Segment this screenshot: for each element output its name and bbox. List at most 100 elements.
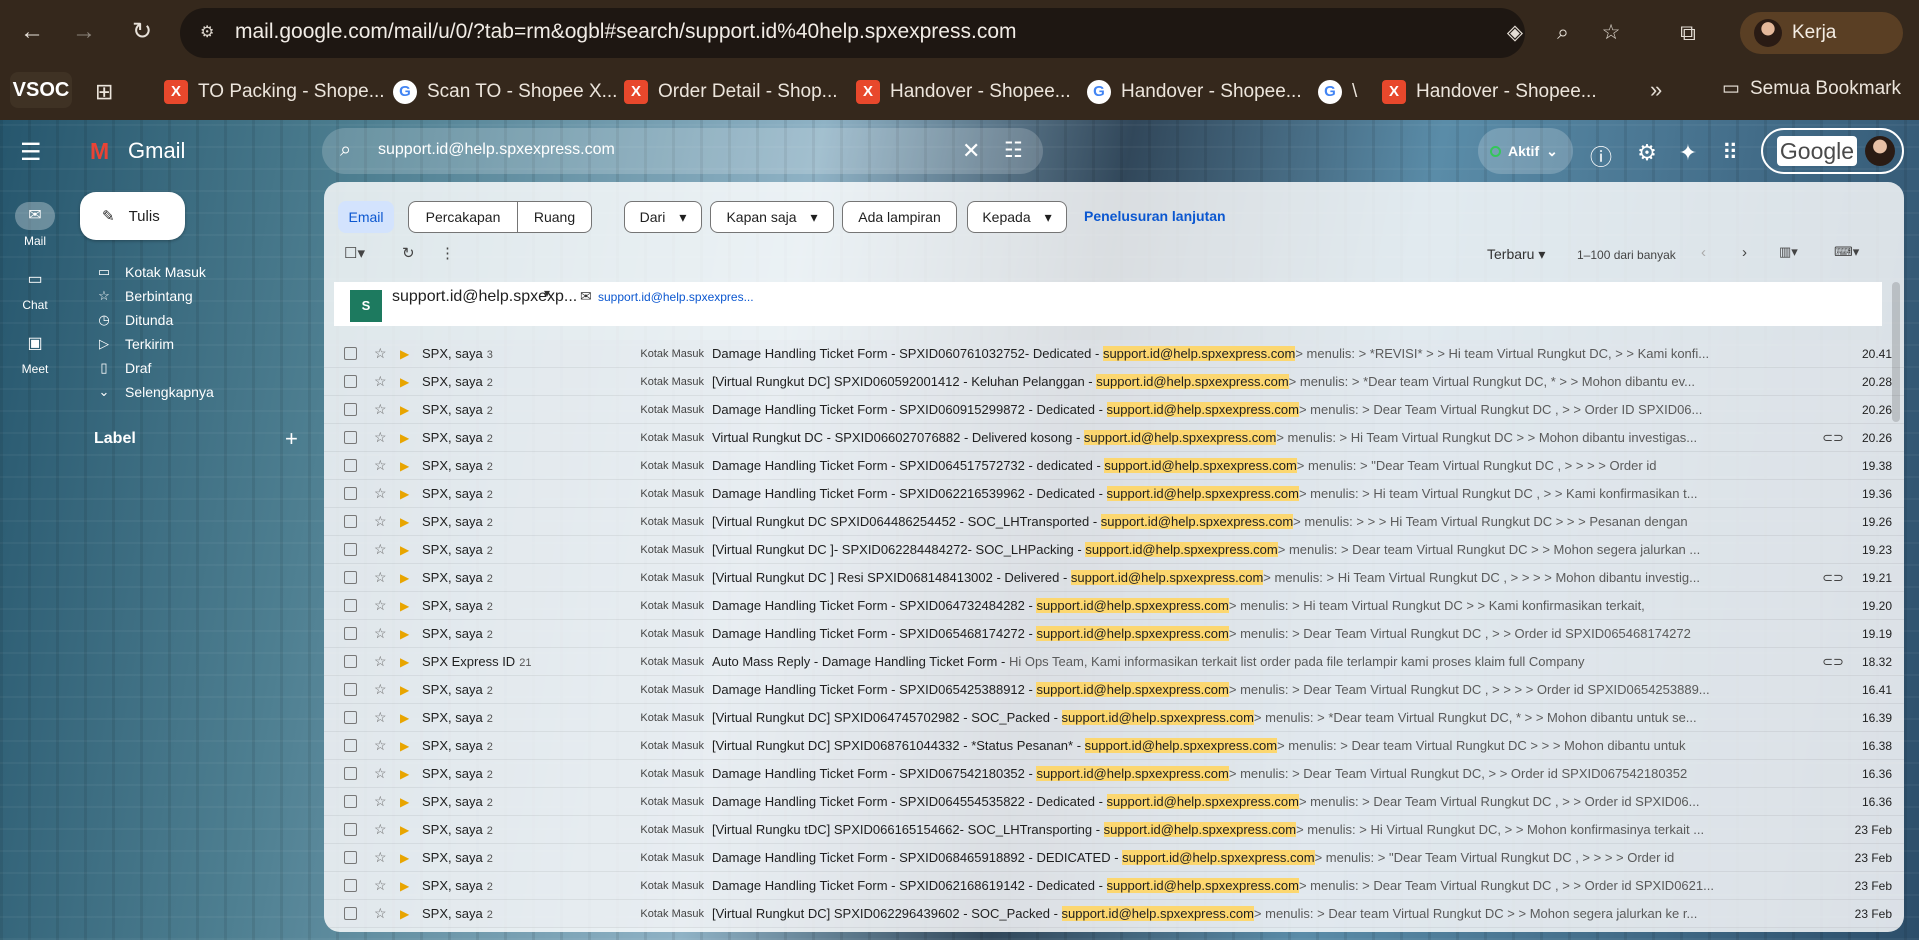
star-icon[interactable]: ☆ bbox=[374, 373, 390, 390]
back-icon[interactable]: ← bbox=[14, 14, 50, 50]
important-marker-icon[interactable]: ▶ bbox=[400, 403, 416, 417]
star-icon[interactable]: ☆ bbox=[374, 877, 390, 894]
rail-chat[interactable]: ▭ Chat bbox=[0, 266, 70, 312]
gmail-logo[interactable]: M Gmail bbox=[90, 138, 185, 164]
star-icon[interactable]: ☆ bbox=[374, 681, 390, 698]
bookmark-item[interactable]: X TO Packing - Shope... bbox=[164, 77, 385, 107]
search-input[interactable]: support.id@help.spxexpress.com bbox=[378, 141, 615, 159]
important-marker-icon[interactable]: ▶ bbox=[400, 515, 416, 529]
star-icon[interactable]: ☆ bbox=[374, 653, 390, 670]
zoom-icon[interactable]: ⌕ bbox=[1550, 20, 1576, 46]
important-marker-icon[interactable]: ▶ bbox=[400, 879, 416, 893]
important-marker-icon[interactable]: ▶ bbox=[400, 347, 416, 361]
row-checkbox[interactable] bbox=[344, 655, 357, 668]
more-vert-icon[interactable]: ⋮ bbox=[440, 244, 455, 262]
menu-icon[interactable]: ☰ bbox=[20, 138, 42, 167]
filter-date[interactable]: Kapan saja ▾ bbox=[710, 201, 834, 233]
search-person-card[interactable]: S support.id@help.spxexp... ▾ ✉ support.… bbox=[334, 282, 1882, 326]
star-icon[interactable]: ☆ bbox=[374, 625, 390, 642]
important-marker-icon[interactable]: ▶ bbox=[400, 459, 416, 473]
filter-from[interactable]: Dari ▾ bbox=[624, 201, 702, 233]
email-row[interactable]: ☆ ▶ SPX, saya 2 Kotak Masuk Damage Handling T… bbox=[324, 620, 1904, 648]
bookmark-item[interactable]: X Order Detail - Shop... bbox=[624, 77, 838, 107]
star-icon[interactable]: ☆ bbox=[374, 429, 390, 446]
nav-sent[interactable]: ▷ Terkirim bbox=[97, 332, 174, 356]
important-marker-icon[interactable]: ▶ bbox=[400, 823, 416, 837]
site-info-icon[interactable]: ⚙ bbox=[200, 22, 222, 44]
email-row[interactable]: ☆ ▶ SPX, saya 2 Kotak Masuk [Virtual Rungkut … bbox=[324, 704, 1904, 732]
more-bookmarks-icon[interactable]: » bbox=[1650, 77, 1662, 103]
extensions-icon[interactable]: ⧉ bbox=[1672, 17, 1704, 49]
bookmark-item[interactable]: G \ bbox=[1318, 77, 1357, 107]
row-checkbox[interactable] bbox=[344, 739, 357, 752]
nav-starred[interactable]: ☆ Berbintang bbox=[97, 284, 193, 308]
important-marker-icon[interactable]: ▶ bbox=[400, 599, 416, 613]
url-text[interactable]: mail.google.com/mail/u/0/?tab=rm&ogbl#se… bbox=[235, 20, 1017, 44]
email-row[interactable]: ☆ ▶ SPX, saya 2 Kotak Masuk Damage Handling T… bbox=[324, 788, 1904, 816]
important-marker-icon[interactable]: ▶ bbox=[400, 767, 416, 781]
important-marker-icon[interactable]: ▶ bbox=[400, 851, 416, 865]
reload-icon[interactable]: ↻ bbox=[124, 14, 160, 50]
email-row[interactable]: ☆ ▶ SPX, saya 2 Kotak Masuk [Virtual Rungkut … bbox=[324, 564, 1904, 592]
profile-button[interactable]: Kerja bbox=[1740, 12, 1903, 54]
important-marker-icon[interactable]: ▶ bbox=[400, 739, 416, 753]
email-row[interactable]: ☆ ▶ SPX, saya 2 Kotak Masuk [Virtual Rungku t… bbox=[324, 816, 1904, 844]
sort-dropdown[interactable]: Terbaru ▾ bbox=[1487, 246, 1545, 263]
email-row[interactable]: ☆ ▶ SPX Express ID 21 Kotak Masuk Auto Mass R… bbox=[324, 648, 1904, 676]
email-row[interactable]: ☆ ▶ SPX, saya 2 Kotak Masuk [Virtual Rungkut … bbox=[324, 508, 1904, 536]
clear-search-icon[interactable]: ✕ bbox=[962, 138, 980, 164]
bookmark-item[interactable]: G Scan TO - Shopee X... bbox=[393, 77, 617, 107]
important-marker-icon[interactable]: ▶ bbox=[400, 487, 416, 501]
help-icon[interactable]: ⓘ bbox=[1588, 140, 1614, 172]
nav-drafts[interactable]: ▯ Draf bbox=[97, 356, 151, 380]
row-checkbox[interactable] bbox=[344, 515, 357, 528]
star-icon[interactable]: ☆ bbox=[374, 709, 390, 726]
email-row[interactable]: ☆ ▶ SPX, saya 2 Kotak Masuk Damage Handling T… bbox=[324, 676, 1904, 704]
prev-page-icon[interactable]: ‹ bbox=[1701, 244, 1706, 261]
star-icon[interactable]: ☆ bbox=[374, 905, 390, 922]
email-row[interactable]: ☆ ▶ SPX, saya 2 Kotak Masuk Virtual Rungkut D… bbox=[324, 424, 1904, 452]
filter-chip-email[interactable]: Email bbox=[338, 201, 394, 233]
row-checkbox[interactable] bbox=[344, 431, 357, 444]
next-page-icon[interactable]: › bbox=[1742, 244, 1747, 261]
star-icon[interactable]: ☆ bbox=[374, 569, 390, 586]
advanced-search-link[interactable]: Penelusuran lanjutan bbox=[1084, 208, 1226, 224]
search-options-icon[interactable]: ☷ bbox=[1004, 138, 1023, 163]
row-checkbox[interactable] bbox=[344, 627, 357, 640]
select-all-checkbox[interactable]: ☐▾ bbox=[344, 244, 365, 262]
important-marker-icon[interactable]: ▶ bbox=[400, 375, 416, 389]
star-icon[interactable]: ☆ bbox=[374, 821, 390, 838]
star-icon[interactable]: ☆ bbox=[374, 849, 390, 866]
forward-icon[interactable]: → bbox=[66, 14, 102, 50]
rail-mail[interactable]: ✉ Mail bbox=[0, 202, 70, 248]
keyboard-icon[interactable]: ⌨▾ bbox=[1834, 244, 1859, 260]
nav-inbox[interactable]: ▭ Kotak Masuk bbox=[97, 260, 206, 284]
star-icon[interactable]: ☆ bbox=[374, 765, 390, 782]
person-email-link[interactable]: support.id@help.spxexpres... bbox=[598, 290, 754, 304]
important-marker-icon[interactable]: ▶ bbox=[400, 683, 416, 697]
gemini-sparkle-icon[interactable]: ✦ bbox=[1675, 140, 1701, 166]
star-icon[interactable]: ☆ bbox=[1598, 20, 1624, 46]
email-row[interactable]: ☆ ▶ SPX, saya 2 Kotak Masuk Damage Handling T… bbox=[324, 872, 1904, 900]
search-bar[interactable]: ⌕ support.id@help.spxexpress.com ✕ ☷ bbox=[322, 128, 1043, 174]
important-marker-icon[interactable]: ▶ bbox=[400, 571, 416, 585]
email-row[interactable]: ☆ ▶ SPX, saya 2 Kotak Masuk [Virtual Rungkut … bbox=[324, 536, 1904, 564]
row-checkbox[interactable] bbox=[344, 795, 357, 808]
settings-gear-icon[interactable]: ⚙ bbox=[1634, 140, 1660, 166]
row-checkbox[interactable] bbox=[344, 347, 357, 360]
filter-has-attachment[interactable]: Ada lampiran bbox=[842, 201, 957, 233]
star-icon[interactable]: ☆ bbox=[374, 541, 390, 558]
nav-more[interactable]: ⌄ Selengkapnya bbox=[97, 380, 214, 404]
important-marker-icon[interactable]: ▶ bbox=[400, 431, 416, 445]
email-row[interactable]: ☆ ▶ SPX, saya 2 Kotak Masuk [Virtual Rungkut … bbox=[324, 900, 1904, 928]
status-button[interactable]: Aktif ⌄ bbox=[1478, 128, 1573, 174]
star-icon[interactable]: ☆ bbox=[374, 513, 390, 530]
nav-snoozed[interactable]: ◷ Ditunda bbox=[97, 308, 173, 332]
google-account-button[interactable]: Google bbox=[1761, 128, 1904, 174]
important-marker-icon[interactable]: ▶ bbox=[400, 655, 416, 669]
row-checkbox[interactable] bbox=[344, 571, 357, 584]
compose-button[interactable]: ✎ Tulis bbox=[80, 192, 185, 240]
add-label-icon[interactable]: + bbox=[285, 426, 298, 452]
row-checkbox[interactable] bbox=[344, 599, 357, 612]
important-marker-icon[interactable]: ▶ bbox=[400, 627, 416, 641]
